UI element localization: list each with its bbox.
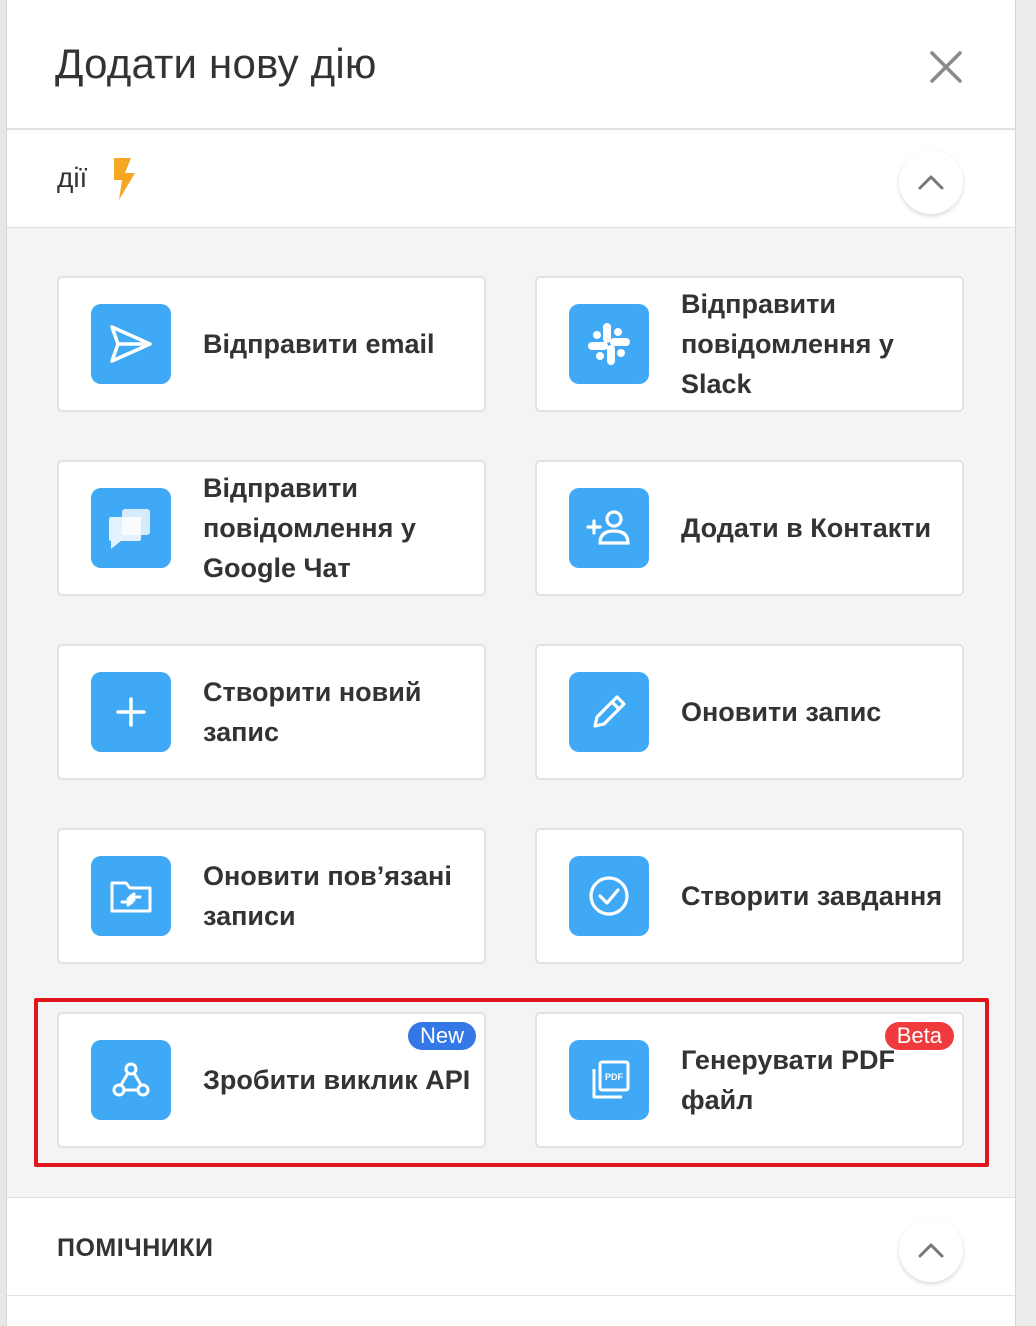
- action-label: Відправити повідомлення у Slack: [681, 289, 894, 399]
- plus-icon: [91, 672, 171, 752]
- action-card-generate-pdf[interactable]: PDF Генерувати PDF файл Beta: [535, 1012, 964, 1148]
- action-label: Зробити виклик API: [203, 1065, 471, 1095]
- collapse-helpers-button[interactable]: [899, 1218, 963, 1282]
- action-label: Створити завдання: [681, 881, 943, 911]
- send-icon: [91, 304, 171, 384]
- action-label: Відправити повідомлення у Google Чат: [203, 473, 416, 583]
- action-card-send-google-chat[interactable]: Відправити повідомлення у Google Чат: [57, 460, 486, 596]
- lightning-bolt-icon: [114, 158, 135, 200]
- action-label: Додати в Контакти: [681, 513, 932, 543]
- action-label: Генерувати PDF файл: [681, 1045, 896, 1115]
- pdf-icon: PDF: [569, 1040, 649, 1120]
- helpers-section-header[interactable]: ПОМІЧНИКИ: [7, 1198, 1015, 1296]
- svg-text:PDF: PDF: [605, 1072, 624, 1082]
- action-card-create-record[interactable]: Створити новий запис: [57, 644, 486, 780]
- webhook-icon: [91, 1040, 171, 1120]
- beta-badge: Beta: [884, 1022, 954, 1050]
- action-label: Оновити пов’язані записи: [203, 861, 452, 931]
- close-icon[interactable]: [927, 48, 965, 86]
- action-card-send-email[interactable]: Відправити email: [57, 276, 486, 412]
- chevron-up-icon: [918, 175, 944, 190]
- slack-icon: [569, 304, 649, 384]
- check-circle-icon: [569, 856, 649, 936]
- dialog-title: Додати нову дію: [55, 40, 377, 87]
- action-card-add-contact[interactable]: Додати в Контакти: [535, 460, 964, 596]
- pencil-icon: [569, 672, 649, 752]
- add-contact-icon: [569, 488, 649, 568]
- actions-grid: Відправити email Відправити повідомлення…: [7, 228, 1015, 1198]
- chevron-up-icon: [918, 1243, 944, 1258]
- actions-section-title: дії: [57, 162, 88, 193]
- helpers-section-title: ПОМІЧНИКИ: [57, 1234, 214, 1262]
- action-card-create-task[interactable]: Створити завдання: [535, 828, 964, 964]
- actions-section-header[interactable]: дії: [7, 130, 1015, 228]
- action-card-update-record[interactable]: Оновити запис: [535, 644, 964, 780]
- action-card-api-call[interactable]: Зробити виклик API New: [57, 1012, 486, 1148]
- action-label: Відправити email: [203, 329, 435, 359]
- new-badge: New: [407, 1022, 476, 1050]
- action-card-update-related-records[interactable]: Оновити пов’язані записи: [57, 828, 486, 964]
- page-backdrop: [1016, 0, 1036, 1326]
- chat-icon: [91, 488, 171, 568]
- action-card-send-slack[interactable]: Відправити повідомлення у Slack: [535, 276, 964, 412]
- collapse-actions-button[interactable]: [899, 150, 963, 214]
- folder-transfer-icon: [91, 856, 171, 936]
- add-action-dialog: Додати нову дію дії Відправити email Від…: [6, 0, 1016, 1326]
- action-label: Створити новий запис: [203, 677, 422, 747]
- action-label: Оновити запис: [681, 697, 882, 727]
- dialog-header: Додати нову дію: [7, 0, 1015, 130]
